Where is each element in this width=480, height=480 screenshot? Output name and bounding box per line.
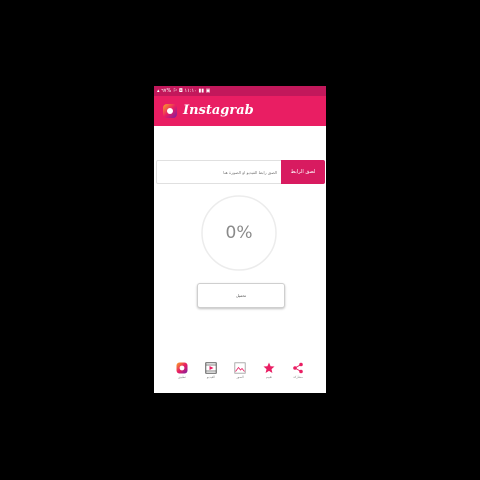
app-logo-icon [163, 104, 177, 118]
nav-item-videos[interactable]: الفيديو [199, 362, 223, 388]
app-bar: Instagrab [154, 96, 326, 126]
url-input[interactable] [157, 161, 281, 183]
nav-item-images[interactable]: الصور [228, 362, 252, 388]
nav-label-app: تطبيق [178, 375, 186, 379]
instagrab-icon [176, 362, 188, 374]
nav-item-app[interactable]: تطبيق [170, 362, 194, 388]
paste-link-button[interactable]: لصق الرابط [281, 160, 325, 184]
nav-label-rate: تقييم [265, 375, 273, 379]
video-icon [205, 362, 217, 374]
phone-screen: ▴ ١١:١٠ ◘ ⚐ %٦٧ ▮▮ ▣ Instagrab لصق الراب… [154, 86, 326, 393]
nav-label-images: الصور [236, 375, 244, 379]
share-icon [293, 362, 303, 374]
progress-percent: 0% [225, 223, 253, 243]
star-icon [263, 362, 275, 373]
url-row: لصق الرابط [156, 160, 325, 184]
nav-label-videos: الفيديو [206, 375, 216, 379]
image-icon [234, 362, 246, 374]
download-button[interactable]: تحميل [197, 283, 285, 308]
app-title: Instagrab [183, 103, 254, 118]
status-bar: ▴ ١١:١٠ ◘ ⚐ %٦٧ ▮▮ ▣ [154, 86, 326, 96]
nav-item-share[interactable]: مشاركة [286, 362, 310, 388]
status-bar-text: ▴ ١١:١٠ ◘ ⚐ %٦٧ ▮▮ ▣ [157, 88, 211, 94]
progress-indicator: 0% [200, 194, 278, 272]
nav-item-rate[interactable]: تقييم [257, 362, 281, 388]
nav-label-share: مشاركة [293, 375, 303, 379]
